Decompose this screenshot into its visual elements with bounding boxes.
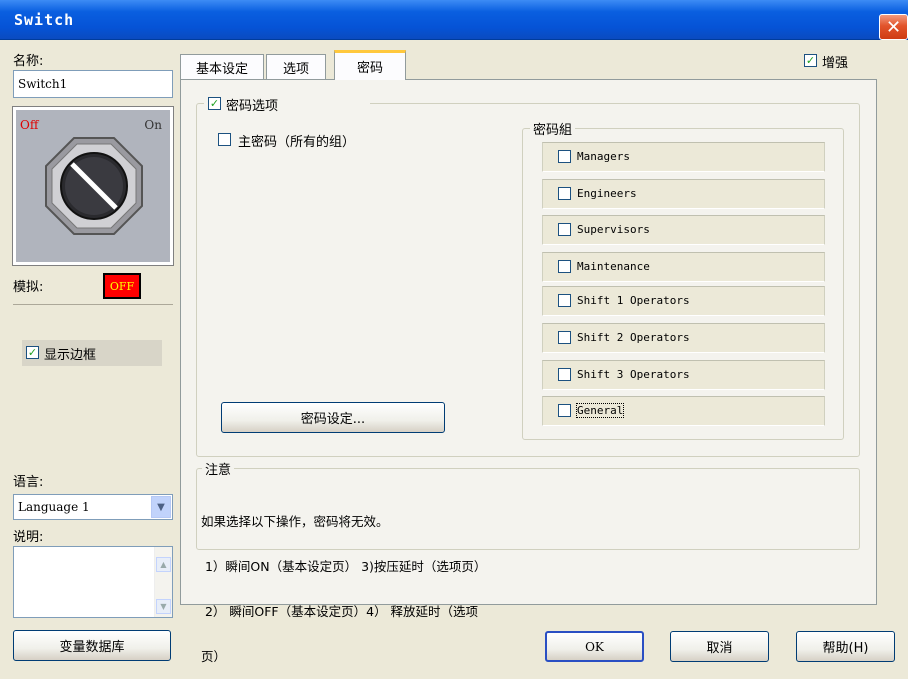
- show-border-checkbox[interactable]: ✓: [26, 346, 39, 359]
- tag-database-button[interactable]: 变量数据库: [13, 630, 171, 661]
- password-group-box: [522, 128, 844, 440]
- show-border-label: 显示边框: [44, 348, 97, 363]
- group-checkbox-maintenance[interactable]: [558, 260, 571, 273]
- window-title: Switch: [14, 11, 75, 29]
- group-row-managers[interactable]: Managers: [542, 142, 825, 172]
- ok-button[interactable]: OK: [545, 631, 644, 662]
- group-row-supervisors[interactable]: Supervisors: [542, 215, 825, 245]
- enhance-checkbox[interactable]: ✓: [804, 54, 817, 67]
- group-row-shift-3-operators[interactable]: Shift 3 Operators: [542, 360, 825, 390]
- language-label: 语言:: [13, 475, 44, 490]
- close-button[interactable]: ✕: [879, 14, 908, 40]
- scroll-down-icon[interactable]: ▼: [156, 599, 171, 614]
- name-value: Switch1: [18, 77, 68, 91]
- tab-options[interactable]: 选项: [266, 54, 326, 79]
- tag-database-button-label: 变量数据库: [59, 640, 125, 655]
- scroll-up-icon[interactable]: ▲: [156, 557, 171, 572]
- description-scrollbar[interactable]: ▲ ▼: [154, 547, 172, 617]
- switch-preview: Off On: [13, 107, 173, 265]
- simulate-label: 模拟:: [13, 280, 44, 295]
- group-row-shift-1-operators[interactable]: Shift 1 Operators: [542, 286, 825, 316]
- group-row-engineers[interactable]: Engineers: [542, 179, 825, 209]
- group-checkbox-shift-3-operators[interactable]: [558, 368, 571, 381]
- group-label-engineers: Engineers: [577, 187, 637, 200]
- group-checkbox-shift-2-operators[interactable]: [558, 331, 571, 344]
- show-border-row[interactable]: ✓ 显示边框: [22, 340, 162, 366]
- tab-password[interactable]: 密码: [334, 50, 406, 80]
- group-checkbox-supervisors[interactable]: [558, 223, 571, 236]
- group-row-shift-2-operators[interactable]: Shift 2 Operators: [542, 323, 825, 353]
- name-label: 名称:: [13, 54, 44, 69]
- group-checkbox-managers[interactable]: [558, 150, 571, 163]
- master-password-row[interactable]: 主密码（所有的组）: [218, 130, 418, 150]
- divider: [13, 304, 173, 305]
- group-label-maintenance: Maintenance: [577, 260, 650, 273]
- tab-password-label: 密码: [356, 61, 383, 76]
- description-textarea[interactable]: ▲ ▼: [13, 546, 173, 618]
- help-button-label: 帮助(H): [822, 641, 869, 656]
- title-bar: Switch ✕: [0, 0, 908, 40]
- master-password-label: 主密码（所有的组）: [238, 135, 356, 150]
- name-input[interactable]: Switch1: [13, 70, 173, 98]
- simulate-toggle[interactable]: OFF: [103, 273, 141, 299]
- rotary-switch-icon: [45, 137, 143, 235]
- note-title: 注意: [202, 459, 235, 478]
- password-option-row[interactable]: ✓ 密码选项: [204, 94, 370, 114]
- group-label-general: General: [575, 403, 625, 418]
- chevron-down-icon[interactable]: ▼: [151, 496, 171, 518]
- password-option-checkbox[interactable]: ✓: [208, 97, 221, 110]
- group-checkbox-shift-1-operators[interactable]: [558, 294, 571, 307]
- ok-button-label: OK: [585, 639, 604, 654]
- simulate-value: OFF: [109, 279, 135, 293]
- tab-options-label: 选项: [282, 61, 309, 77]
- password-setup-button[interactable]: 密码设定...: [221, 402, 445, 433]
- enhance-label: 增强: [822, 56, 849, 71]
- group-row-maintenance[interactable]: Maintenance: [542, 252, 825, 282]
- password-group-title: 密码組: [530, 119, 576, 138]
- cancel-button-label: 取消: [706, 641, 733, 656]
- cancel-button[interactable]: 取消: [670, 631, 769, 662]
- language-select[interactable]: Language 1 ▼: [13, 494, 173, 520]
- tab-basic-settings-label: 基本设定: [195, 61, 248, 77]
- password-setup-button-label: 密码设定...: [300, 412, 366, 427]
- group-label-shift-3-operators: Shift 3 Operators: [577, 368, 690, 381]
- help-button[interactable]: 帮助(H): [796, 631, 895, 662]
- language-value: Language 1: [18, 500, 90, 514]
- group-label-shift-2-operators: Shift 2 Operators: [577, 331, 690, 344]
- close-icon: ✕: [885, 16, 902, 38]
- group-label-managers: Managers: [577, 150, 630, 163]
- group-checkbox-general[interactable]: [558, 404, 571, 417]
- description-label: 说明:: [13, 530, 44, 545]
- password-option-label: 密码选项: [226, 99, 279, 114]
- note-line: 如果选择以下操作，密码将无效。: [201, 514, 389, 529]
- group-label-supervisors: Supervisors: [577, 223, 650, 236]
- master-password-checkbox[interactable]: [218, 133, 231, 146]
- note-line: 2） 瞬间OFF（基本设定页）4） 释放延时（选项: [201, 604, 479, 619]
- tab-basic-settings[interactable]: 基本设定: [180, 54, 264, 79]
- group-row-general[interactable]: General: [542, 396, 825, 426]
- group-label-shift-1-operators: Shift 1 Operators: [577, 294, 690, 307]
- group-checkbox-engineers[interactable]: [558, 187, 571, 200]
- preview-off-label: Off: [20, 118, 39, 132]
- enhance-row[interactable]: ✓ 增强: [804, 52, 884, 72]
- note-line: 1）瞬间ON（基本设定页） 3)按压延时（选项页）: [201, 559, 487, 574]
- preview-on-label: On: [144, 118, 162, 132]
